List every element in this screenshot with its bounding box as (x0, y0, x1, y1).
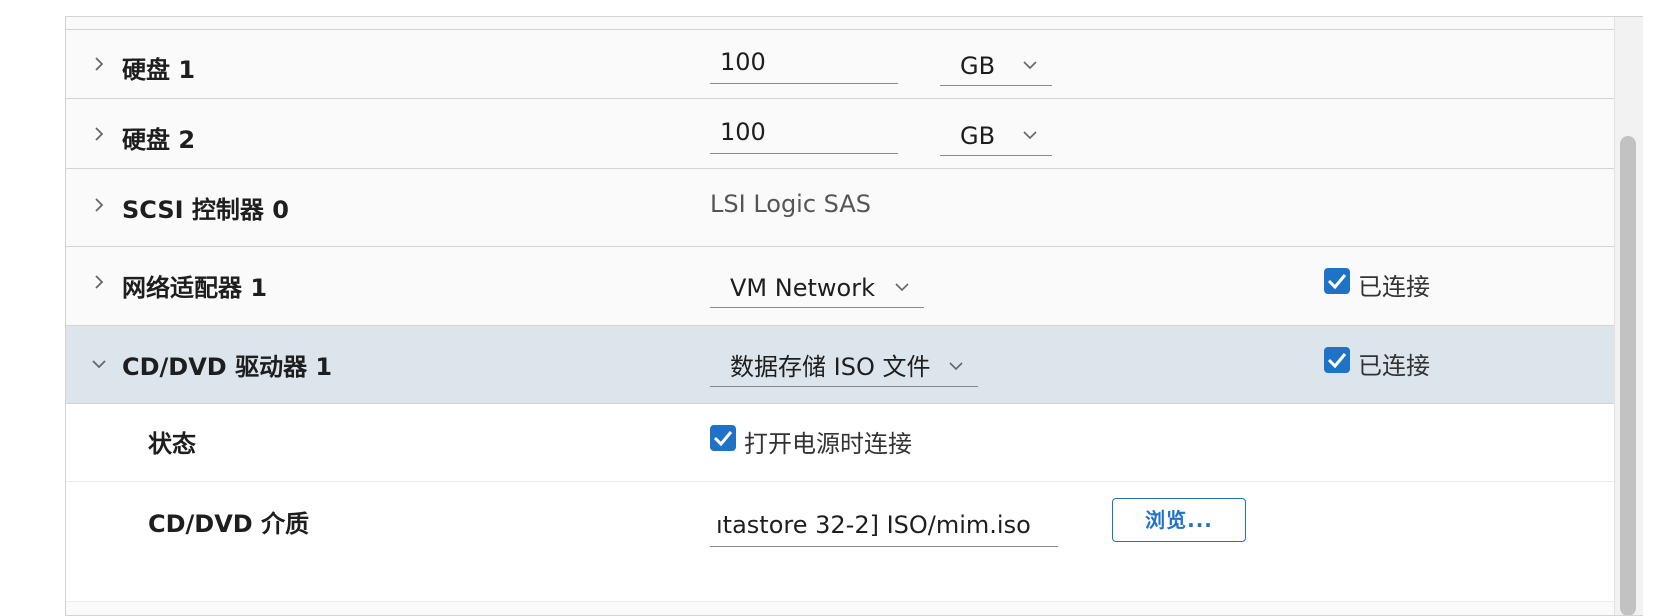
scsi-controller-label: SCSI 控制器 0 (122, 196, 289, 224)
caret-down-icon (1023, 61, 1037, 70)
disk-1-unit-value: GB (960, 52, 996, 80)
media-label: CD/DVD 介质 (148, 510, 310, 538)
connect-at-power-on-checkbox[interactable] (710, 425, 736, 451)
network-select-value: VM Network (730, 274, 875, 302)
caret-down-icon (895, 283, 909, 292)
cd-dvd-drive-label: CD/DVD 驱动器 1 (122, 353, 333, 381)
hardware-list: 硬盘 1 100 GB 硬盘 2 100 GB SCSI 控制器 0 LSI L… (66, 17, 1614, 602)
iso-path-input[interactable]: ıtastore 32-2] ISO/mim.iso (710, 507, 1058, 547)
network-connected-checkbox[interactable] (1324, 268, 1350, 294)
row-scsi-controller: SCSI 控制器 0 LSI Logic SAS (66, 169, 1614, 247)
cd-dvd-source-select[interactable]: 数据存储 ISO 文件 (710, 347, 978, 387)
row-disk-2: 硬盘 2 100 GB (66, 99, 1614, 169)
vm-hardware-panel: 硬盘 1 100 GB 硬盘 2 100 GB SCSI 控制器 0 LSI L… (65, 16, 1643, 616)
browse-button[interactable]: 浏览... (1112, 498, 1246, 542)
disk-1-label: 硬盘 1 (122, 56, 196, 84)
check-icon (1327, 353, 1347, 369)
caret-down-icon (1023, 131, 1037, 140)
caret-down-icon (949, 362, 963, 371)
check-icon (1327, 274, 1347, 290)
chevron-right-icon[interactable] (92, 275, 106, 289)
chevron-right-icon[interactable] (92, 127, 106, 141)
disk-2-label: 硬盘 2 (122, 126, 196, 154)
disk-2-size-input[interactable]: 100 (710, 114, 898, 154)
disk-1-unit-select[interactable]: GB (940, 46, 1052, 86)
chevron-down-icon[interactable] (92, 357, 106, 371)
network-select[interactable]: VM Network (710, 268, 924, 308)
scsi-controller-type: LSI Logic SAS (710, 190, 872, 218)
connect-at-power-on-label: 打开电源时连接 (744, 430, 912, 458)
network-connected-label: 已连接 (1358, 273, 1430, 301)
network-adapter-label: 网络适配器 1 (122, 274, 268, 302)
row-disk-1: 硬盘 1 100 GB (66, 30, 1614, 99)
row-cd-dvd-media: CD/DVD 介质 ıtastore 32-2] ISO/mim.iso 浏览.… (66, 482, 1614, 602)
disk-2-unit-select[interactable]: GB (940, 116, 1052, 156)
cd-dvd-connected-label: 已连接 (1358, 352, 1430, 380)
row-cd-dvd-status: 状态 打开电源时连接 (66, 404, 1614, 482)
top-strip (66, 17, 1614, 30)
chevron-right-icon[interactable] (92, 57, 106, 71)
row-network-adapter: 网络适配器 1 VM Network 已连接 (66, 247, 1614, 326)
chevron-right-icon[interactable] (92, 198, 106, 212)
scrollbar-thumb[interactable] (1620, 136, 1636, 615)
disk-1-size-input[interactable]: 100 (710, 44, 898, 84)
cd-dvd-source-value: 数据存储 ISO 文件 (730, 353, 931, 381)
disk-2-unit-value: GB (960, 122, 996, 150)
check-icon (713, 431, 733, 447)
cd-dvd-connected-checkbox[interactable] (1324, 347, 1350, 373)
status-label: 状态 (148, 430, 196, 458)
row-cd-dvd-drive: CD/DVD 驱动器 1 数据存储 ISO 文件 已连接 (66, 326, 1614, 404)
